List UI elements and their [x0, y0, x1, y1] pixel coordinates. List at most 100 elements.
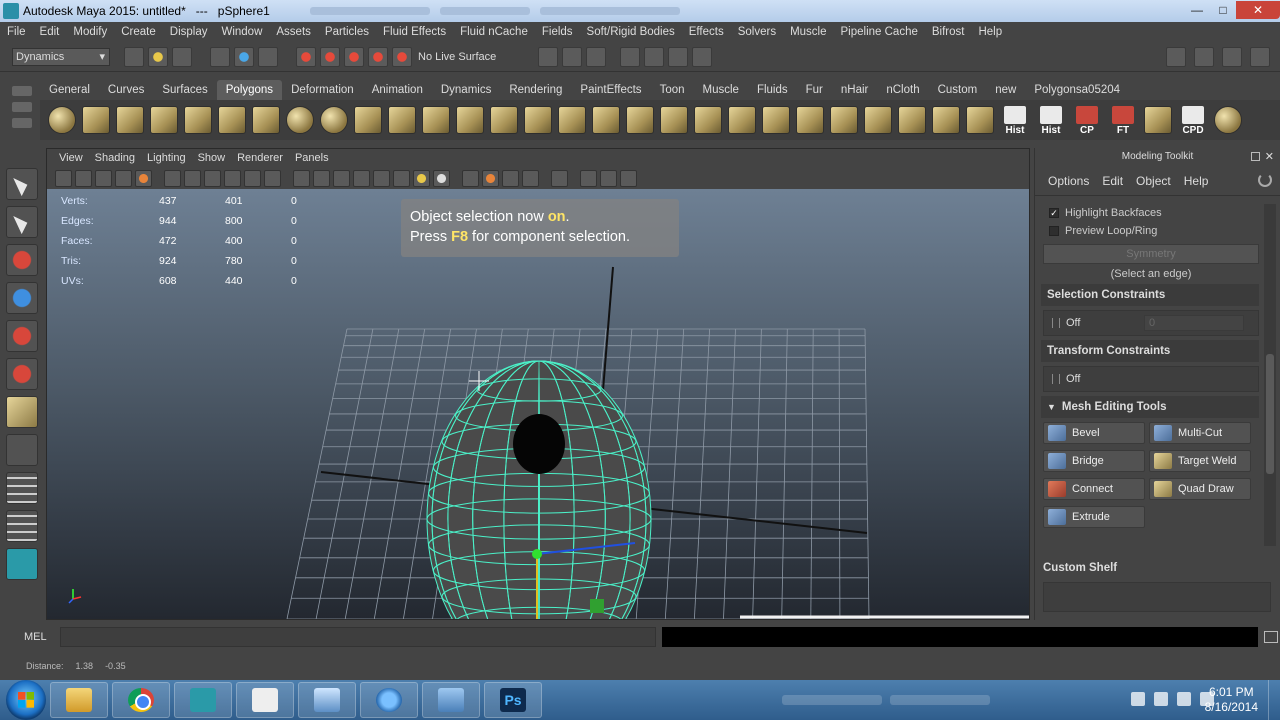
taskbar-app[interactable] [360, 682, 418, 718]
quadrangulate-icon[interactable] [660, 106, 688, 134]
make-live-icon[interactable] [392, 46, 412, 67]
multi-cut-button[interactable]: Multi-Cut [1149, 422, 1251, 444]
poly-cylinder-icon[interactable] [116, 106, 144, 134]
transform-constraints-header[interactable]: Transform Constraints [1041, 340, 1259, 362]
menu-create[interactable]: Create [114, 26, 163, 38]
tab-fur[interactable]: Fur [797, 80, 832, 100]
reduce-icon[interactable] [558, 106, 586, 134]
taskbar-maya[interactable] [174, 682, 232, 718]
mtk-menu-options[interactable]: Options [1043, 174, 1097, 188]
tab-curves[interactable]: Curves [99, 80, 153, 100]
show-desktop-button[interactable] [1268, 680, 1280, 720]
taskbar-control-panel[interactable] [422, 682, 480, 718]
menu-set-dropdown[interactable]: Dynamics [12, 47, 110, 66]
snap-view-plane-icon[interactable] [368, 46, 388, 67]
hist-button-2[interactable]: Hist [1036, 104, 1066, 136]
preview-loop-ring-option[interactable]: Preview Loop/Ring [1043, 222, 1259, 240]
mel-command-input[interactable] [60, 627, 656, 647]
taskbar-zbrush[interactable] [236, 682, 294, 718]
bevel-button[interactable]: Bevel [1043, 422, 1145, 444]
menu-fields[interactable]: Fields [535, 26, 580, 38]
poly-plane-icon[interactable] [184, 106, 212, 134]
shelf-extra-icon[interactable] [1214, 106, 1242, 134]
menu-help[interactable]: Help [971, 26, 1009, 38]
xray-joints-icon[interactable] [502, 169, 519, 187]
selection-constraint-dropdown[interactable]: Off 0 [1043, 310, 1259, 336]
save-scene-icon[interactable] [172, 46, 192, 67]
lasso-tool-icon[interactable] [6, 206, 38, 238]
custom-shelf-header[interactable]: Custom Shelf [1043, 562, 1271, 580]
uv-layout-icon[interactable] [1144, 106, 1172, 134]
menu-muscle[interactable]: Muscle [783, 26, 833, 38]
combine-icon[interactable] [354, 106, 382, 134]
viewport-2-icon[interactable] [580, 169, 597, 187]
symmetry-button[interactable]: Symmetry [1043, 244, 1259, 264]
resolution-gate-icon[interactable] [204, 169, 221, 187]
bookmark-icon[interactable] [95, 169, 112, 187]
menu-window[interactable]: Window [214, 26, 269, 38]
tray-network-icon[interactable] [1177, 692, 1191, 706]
vp-menu-renderer[interactable]: Renderer [231, 152, 289, 164]
toggle-tool-settings-icon[interactable] [1222, 47, 1242, 67]
poly-platonic-icon[interactable] [320, 106, 348, 134]
cp-button[interactable]: CP [1072, 104, 1102, 136]
ambient-occlusion-icon[interactable] [433, 169, 450, 187]
quad-draw-button[interactable]: Quad Draw [1149, 478, 1251, 500]
shelf-menu-handles[interactable] [12, 86, 32, 136]
preview-loop-ring-checkbox[interactable] [1049, 226, 1059, 236]
mtk-menu-edit[interactable]: Edit [1097, 174, 1131, 188]
construction-history-icon[interactable] [586, 46, 607, 67]
use-all-lights-icon[interactable] [373, 169, 390, 187]
bridge-button[interactable]: Bridge [1043, 450, 1145, 472]
select-tool-icon[interactable] [6, 168, 38, 200]
output-ops-icon[interactable] [562, 46, 583, 67]
poly-torus-icon[interactable] [218, 106, 246, 134]
ipr-render-icon[interactable] [644, 46, 665, 67]
menu-soft-rigid-bodies[interactable]: Soft/Rigid Bodies [580, 26, 682, 38]
mtk-menu-help[interactable]: Help [1179, 174, 1217, 188]
mirror-geometry-icon[interactable] [456, 106, 484, 134]
open-scene-icon[interactable] [148, 46, 168, 67]
vp-menu-panels[interactable]: Panels [289, 152, 335, 164]
extrude-button[interactable]: Extrude [1043, 506, 1145, 528]
script-editor-icon[interactable] [1264, 631, 1278, 643]
hist-button-1[interactable]: Hist [1000, 104, 1030, 136]
wireframe-on-shaded-icon[interactable] [333, 169, 350, 187]
snap-grid-icon[interactable] [296, 46, 316, 67]
selection-constraint-value-field[interactable]: 0 [1144, 315, 1244, 331]
menu-edit[interactable]: Edit [33, 26, 67, 38]
close-button[interactable]: ✕ [1236, 1, 1280, 19]
tab-ncloth[interactable]: nCloth [877, 80, 928, 100]
four-view-layout-icon[interactable] [6, 472, 38, 504]
tab-new[interactable]: new [986, 80, 1025, 100]
tray-flag-icon[interactable] [1131, 692, 1145, 706]
tab-dynamics[interactable]: Dynamics [432, 80, 500, 100]
fill-hole-icon[interactable] [694, 106, 722, 134]
menu-fluid-ncache[interactable]: Fluid nCache [453, 26, 535, 38]
boolean-icon[interactable] [490, 106, 518, 134]
toggle-channel-box-icon[interactable] [1250, 47, 1270, 67]
last-tool-icon[interactable] [6, 396, 38, 428]
offset-edge-loop-icon[interactable] [864, 106, 892, 134]
field-chart-icon[interactable] [244, 169, 261, 187]
transform-constraint-dropdown[interactable]: Off [1043, 366, 1259, 392]
maximize-button[interactable]: □ [1210, 1, 1236, 19]
xray-components-icon[interactable] [522, 169, 539, 187]
toggle-attribute-editor-icon[interactable] [1194, 47, 1214, 67]
taskbar-photoshop[interactable]: Ps [484, 682, 542, 718]
wireframe-icon[interactable] [293, 169, 310, 187]
tab-polygons[interactable]: Polygons [216, 80, 283, 100]
textured-icon[interactable] [353, 169, 370, 187]
camera-select-icon[interactable] [55, 169, 72, 187]
select-object-icon[interactable] [234, 46, 254, 67]
close-panel-icon[interactable]: ✕ [1265, 148, 1274, 166]
cpd-button[interactable]: CPD [1178, 104, 1208, 136]
vp-menu-show[interactable]: Show [192, 152, 232, 164]
frame-all-icon[interactable] [600, 169, 617, 187]
tab-surfaces[interactable]: Surfaces [153, 80, 216, 100]
vp-menu-view[interactable]: View [53, 152, 89, 164]
start-button[interactable] [6, 680, 46, 720]
mel-toggle[interactable]: MEL [0, 631, 60, 643]
poly-soccer-ball-icon[interactable] [286, 106, 314, 134]
scale-tool-icon[interactable] [6, 358, 38, 390]
